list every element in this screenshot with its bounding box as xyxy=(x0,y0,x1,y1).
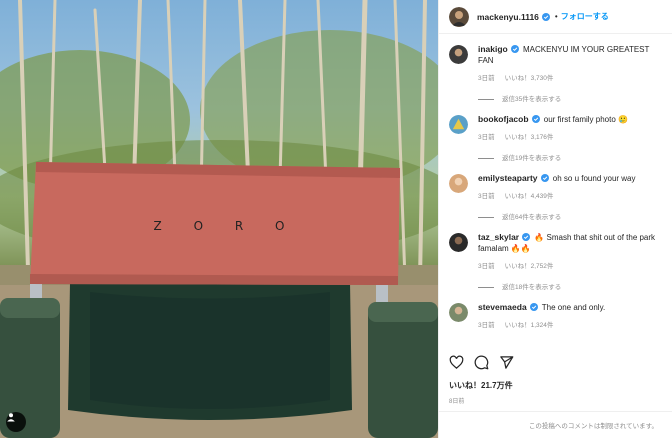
comment-time[interactable]: 3日前 xyxy=(478,75,495,82)
view-replies-label: 返信18件を表示する xyxy=(502,284,562,291)
comments-disabled-text: この投稿へのコメントは制限されています。 xyxy=(528,423,658,430)
comment-item: bookofjacob our first family photo 🥲 3日前… xyxy=(449,114,662,164)
post-timestamp[interactable]: 8日前 xyxy=(449,396,464,405)
view-replies-label: 返信19件を表示する xyxy=(502,155,562,162)
commenter-avatar[interactable] xyxy=(449,115,468,134)
chair-print-text: Z O R O xyxy=(153,219,299,233)
commenter-username[interactable]: taz_skylar xyxy=(478,232,519,242)
post-image[interactable]: Z O R O xyxy=(0,0,438,438)
comment-time[interactable]: 3日前 xyxy=(478,134,495,141)
comment-time[interactable]: 3日前 xyxy=(478,322,495,329)
post-side-panel: mackenyu.1116 • フォローする inakigo MACKENYU … xyxy=(438,0,672,438)
verified-badge-icon xyxy=(541,12,550,21)
comment-likes[interactable]: いいね！1,324件 xyxy=(505,322,554,329)
comments-list: inakigo MACKENYU IM YOUR GREATEST FAN 3日… xyxy=(439,35,672,341)
user-tag-icon xyxy=(7,413,15,422)
view-replies-button[interactable]: 返信19件を表示する xyxy=(478,153,662,164)
post-header: mackenyu.1116 • フォローする xyxy=(439,0,672,34)
replies-divider xyxy=(478,287,494,288)
author-avatar[interactable] xyxy=(449,6,469,27)
commenter-avatar[interactable] xyxy=(449,233,468,252)
commenter-username[interactable]: emilysteaparty xyxy=(478,173,538,183)
view-replies-label: 返信64件を表示する xyxy=(502,214,562,221)
comment-time[interactable]: 3日前 xyxy=(478,193,495,200)
user-tag-button[interactable] xyxy=(6,412,26,432)
commenter-avatar[interactable] xyxy=(449,174,468,193)
author-username[interactable]: mackenyu.1116 xyxy=(477,12,539,22)
comment-text: our first family photo 🥲 xyxy=(543,115,628,124)
verified-badge-icon xyxy=(510,45,519,53)
comment-item: inakigo MACKENYU IM YOUR GREATEST FAN 3日… xyxy=(449,44,662,105)
comment-likes[interactable]: いいね！3,730件 xyxy=(505,75,554,82)
comment-text: The one and only. xyxy=(541,303,606,312)
comment-likes[interactable]: いいね！3,176件 xyxy=(505,134,554,141)
view-replies-label: 返信35件を表示する xyxy=(502,96,562,103)
view-replies-button[interactable]: 返信35件を表示する xyxy=(478,94,662,105)
verified-badge-icon xyxy=(522,233,531,241)
verified-badge-icon xyxy=(531,115,540,123)
comments-disabled-notice: この投稿へのコメントは制限されています。 xyxy=(439,411,672,438)
commenter-username[interactable]: stevemaeda xyxy=(478,302,527,312)
commenter-username[interactable]: bookofjacob xyxy=(478,114,529,124)
replies-divider xyxy=(478,99,494,100)
commenter-username[interactable]: inakigo xyxy=(478,44,508,54)
comment-likes[interactable]: いいね！4,439件 xyxy=(505,193,554,200)
comment-icon[interactable] xyxy=(474,355,489,370)
commenter-avatar[interactable] xyxy=(449,303,468,322)
heart-icon[interactable] xyxy=(449,355,464,370)
post-actions xyxy=(449,355,514,370)
comment-item: taz_skylar 🔥 Smash that shit out of the … xyxy=(449,232,662,293)
comment-item: stevemaeda The one and only. 3日前 いいね！1,32… xyxy=(449,302,662,331)
commenter-avatar[interactable] xyxy=(449,45,468,64)
share-icon[interactable] xyxy=(499,355,514,370)
view-replies-button[interactable]: 返信18件を表示する xyxy=(478,282,662,293)
replies-divider xyxy=(478,158,494,159)
replies-divider xyxy=(478,217,494,218)
view-replies-button[interactable]: 返信64件を表示する xyxy=(478,212,662,223)
verified-badge-icon xyxy=(529,303,538,311)
header-separator: • xyxy=(554,12,558,21)
comment-likes[interactable]: いいね！2,752件 xyxy=(505,263,554,270)
like-count[interactable]: いいね！21.7万件 xyxy=(449,380,513,391)
comment-time[interactable]: 3日前 xyxy=(478,263,495,270)
comment-text: oh so u found your way xyxy=(552,174,636,183)
follow-button[interactable]: フォローする xyxy=(561,11,609,22)
verified-badge-icon xyxy=(540,174,549,182)
comment-item: emilysteaparty oh so u found your way 3日… xyxy=(449,173,662,223)
